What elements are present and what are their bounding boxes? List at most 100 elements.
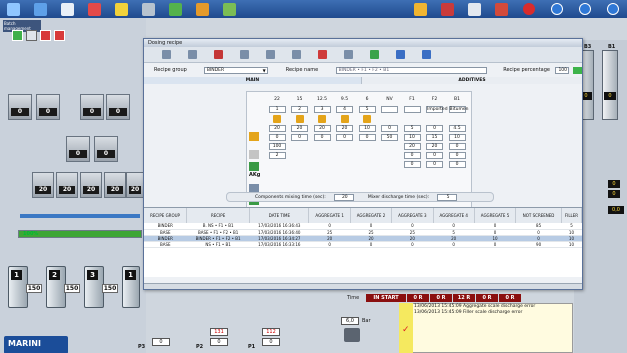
percent-field[interactable]: 0 <box>426 125 443 132</box>
tool-icon[interactable] <box>196 2 209 16</box>
column-header[interactable]: RECIPE GROUP <box>144 208 188 223</box>
alarm-icon[interactable] <box>88 2 101 16</box>
quantity-field[interactable]: 20 <box>426 143 443 150</box>
percent-field[interactable]: 20 <box>336 125 353 132</box>
info-icon[interactable] <box>551 3 563 15</box>
aggregate-silo-a4[interactable]: 20 <box>104 172 126 198</box>
light-icon[interactable] <box>115 2 128 16</box>
tolerance-field[interactable]: 0 <box>358 134 376 141</box>
recipe-group-select[interactable]: BINDER ▼ <box>203 66 268 74</box>
bin-select[interactable]: Imported <box>426 106 448 113</box>
share-icon[interactable] <box>468 2 481 16</box>
tolerance-field[interactable]: 50 <box>381 134 398 141</box>
import-icon[interactable] <box>318 50 327 59</box>
column-header[interactable]: FILLER <box>561 208 583 223</box>
tab-additives[interactable]: ADDITIVES <box>362 77 582 84</box>
stockpile-silo-2[interactable]: 0 <box>36 94 60 120</box>
valve-icon[interactable] <box>34 2 47 16</box>
bin-select[interactable] <box>403 106 421 113</box>
tolerance-field[interactable]: 0 <box>268 134 286 141</box>
settings-icon[interactable] <box>61 2 74 16</box>
edit-recipe-icon[interactable] <box>188 50 197 59</box>
mixer-discharge-field[interactable]: 5 <box>437 193 458 201</box>
column-header[interactable]: RECIPE <box>186 208 251 223</box>
stockpile-silo-4[interactable]: 0 <box>106 94 130 120</box>
refresh-icon[interactable] <box>370 50 379 59</box>
lock-icon[interactable] <box>273 115 281 123</box>
scale-field[interactable]: 0 <box>426 152 443 159</box>
quantity-field[interactable]: 100 <box>268 143 286 150</box>
table-row[interactable]: BASE NS • F1 • B1 17/03/2016 16:33:16 0 0 0 0 0… <box>144 241 582 248</box>
flag-field[interactable]: 0 <box>448 161 466 168</box>
alarm-acknowledge-panel[interactable]: ✓ <box>399 303 413 353</box>
aggregate-silo-a1[interactable]: 20 <box>32 172 54 198</box>
thermometer-icon[interactable] <box>441 2 454 16</box>
scale-field[interactable]: 2 <box>268 152 286 159</box>
bin-select[interactable]: Bitumen <box>448 106 468 113</box>
lock-icon[interactable] <box>340 115 349 123</box>
stockpile-silo-3[interactable]: 0 <box>80 94 104 120</box>
scale-field[interactable]: 0 <box>403 152 421 159</box>
bin-select[interactable]: 5 <box>358 106 376 113</box>
tolerance-field[interactable]: 10 <box>448 134 466 141</box>
alarm-row[interactable]: 13/06/2013 15:45:09 Filler scale dischar… <box>400 310 572 316</box>
flag-field[interactable]: 0 <box>403 161 421 168</box>
globe-icon[interactable] <box>607 3 619 15</box>
export-icon[interactable] <box>344 50 353 59</box>
column-header[interactable]: AGGREGATE 1 <box>308 208 351 223</box>
column-header[interactable]: AGGREGATE 4 <box>433 208 475 223</box>
percent-field[interactable]: 5 <box>403 125 421 132</box>
help-icon[interactable] <box>579 3 591 15</box>
storage-tank-2[interactable]: 2 <box>46 266 66 308</box>
column-header[interactable]: AGGREGATE 5 <box>474 208 517 223</box>
quantity-field[interactable]: 20 <box>403 143 421 150</box>
tolerance-field[interactable]: 10 <box>403 134 421 141</box>
wrench-icon[interactable] <box>414 2 427 16</box>
percent-field[interactable]: 4.5 <box>448 125 466 132</box>
percent-field[interactable]: 0 <box>381 125 398 132</box>
new-recipe-icon[interactable] <box>162 50 171 59</box>
recipe-percentage-field[interactable]: 100 <box>555 66 570 74</box>
reset-button[interactable] <box>54 30 65 41</box>
storage-tank-3[interactable]: 3 <box>84 266 104 308</box>
stockpile-silo-1[interactable]: 0 <box>8 94 32 120</box>
bin-select[interactable]: 3 <box>313 106 331 113</box>
tolerance-field[interactable]: 0 <box>336 134 353 141</box>
aggregate-silo-a3[interactable]: 20 <box>80 172 102 198</box>
horizontal-scrollbar[interactable] <box>144 283 582 289</box>
crushed-silo-2[interactable]: 0 <box>94 136 118 162</box>
truck-icon[interactable] <box>142 2 155 16</box>
tolerance-field[interactable]: 15 <box>426 134 443 141</box>
column-header[interactable]: NOT SCREENED <box>515 208 562 223</box>
storage-tank-1[interactable]: 1 <box>8 266 28 308</box>
flag-field[interactable]: 0 <box>426 161 443 168</box>
tab-main[interactable]: MAIN <box>144 77 362 84</box>
bar-chart-icon[interactable] <box>223 2 236 16</box>
lock-icon[interactable] <box>363 115 371 123</box>
dialog-titlebar[interactable]: Dosing recipe <box>144 39 582 47</box>
confirm-check-icon[interactable] <box>573 66 582 74</box>
stop-button[interactable] <box>40 30 51 41</box>
lock-icon[interactable] <box>295 115 304 123</box>
percent-field[interactable]: 20 <box>313 125 331 132</box>
print-icon[interactable] <box>292 50 301 59</box>
tolerance-field[interactable]: 0 <box>291 134 308 141</box>
storage-tank-4[interactable]: 1 <box>122 266 140 308</box>
column-header[interactable]: AGGREGATE 3 <box>391 208 434 223</box>
column-header[interactable]: AGGREGATE 2 <box>350 208 393 223</box>
bin-select[interactable]: 4 <box>336 106 353 113</box>
lock-icon[interactable] <box>318 115 326 123</box>
mixing-time-field[interactable]: 20 <box>333 193 354 201</box>
scale-field[interactable]: 0 <box>448 152 466 159</box>
copy-icon[interactable] <box>266 50 275 59</box>
bin-select[interactable] <box>381 106 398 113</box>
bin-select[interactable]: 2 <box>291 106 308 113</box>
column-header[interactable]: DATE TIME <box>249 208 310 223</box>
user-icon[interactable] <box>495 2 508 16</box>
start-button[interactable] <box>12 30 23 41</box>
crushed-silo-1[interactable]: 0 <box>66 136 90 162</box>
monitor-icon[interactable] <box>7 2 20 16</box>
bitumen-tank-b1[interactable] <box>602 50 618 120</box>
percent-field[interactable]: 10 <box>358 125 376 132</box>
aggregate-silo-a2[interactable]: 20 <box>56 172 78 198</box>
